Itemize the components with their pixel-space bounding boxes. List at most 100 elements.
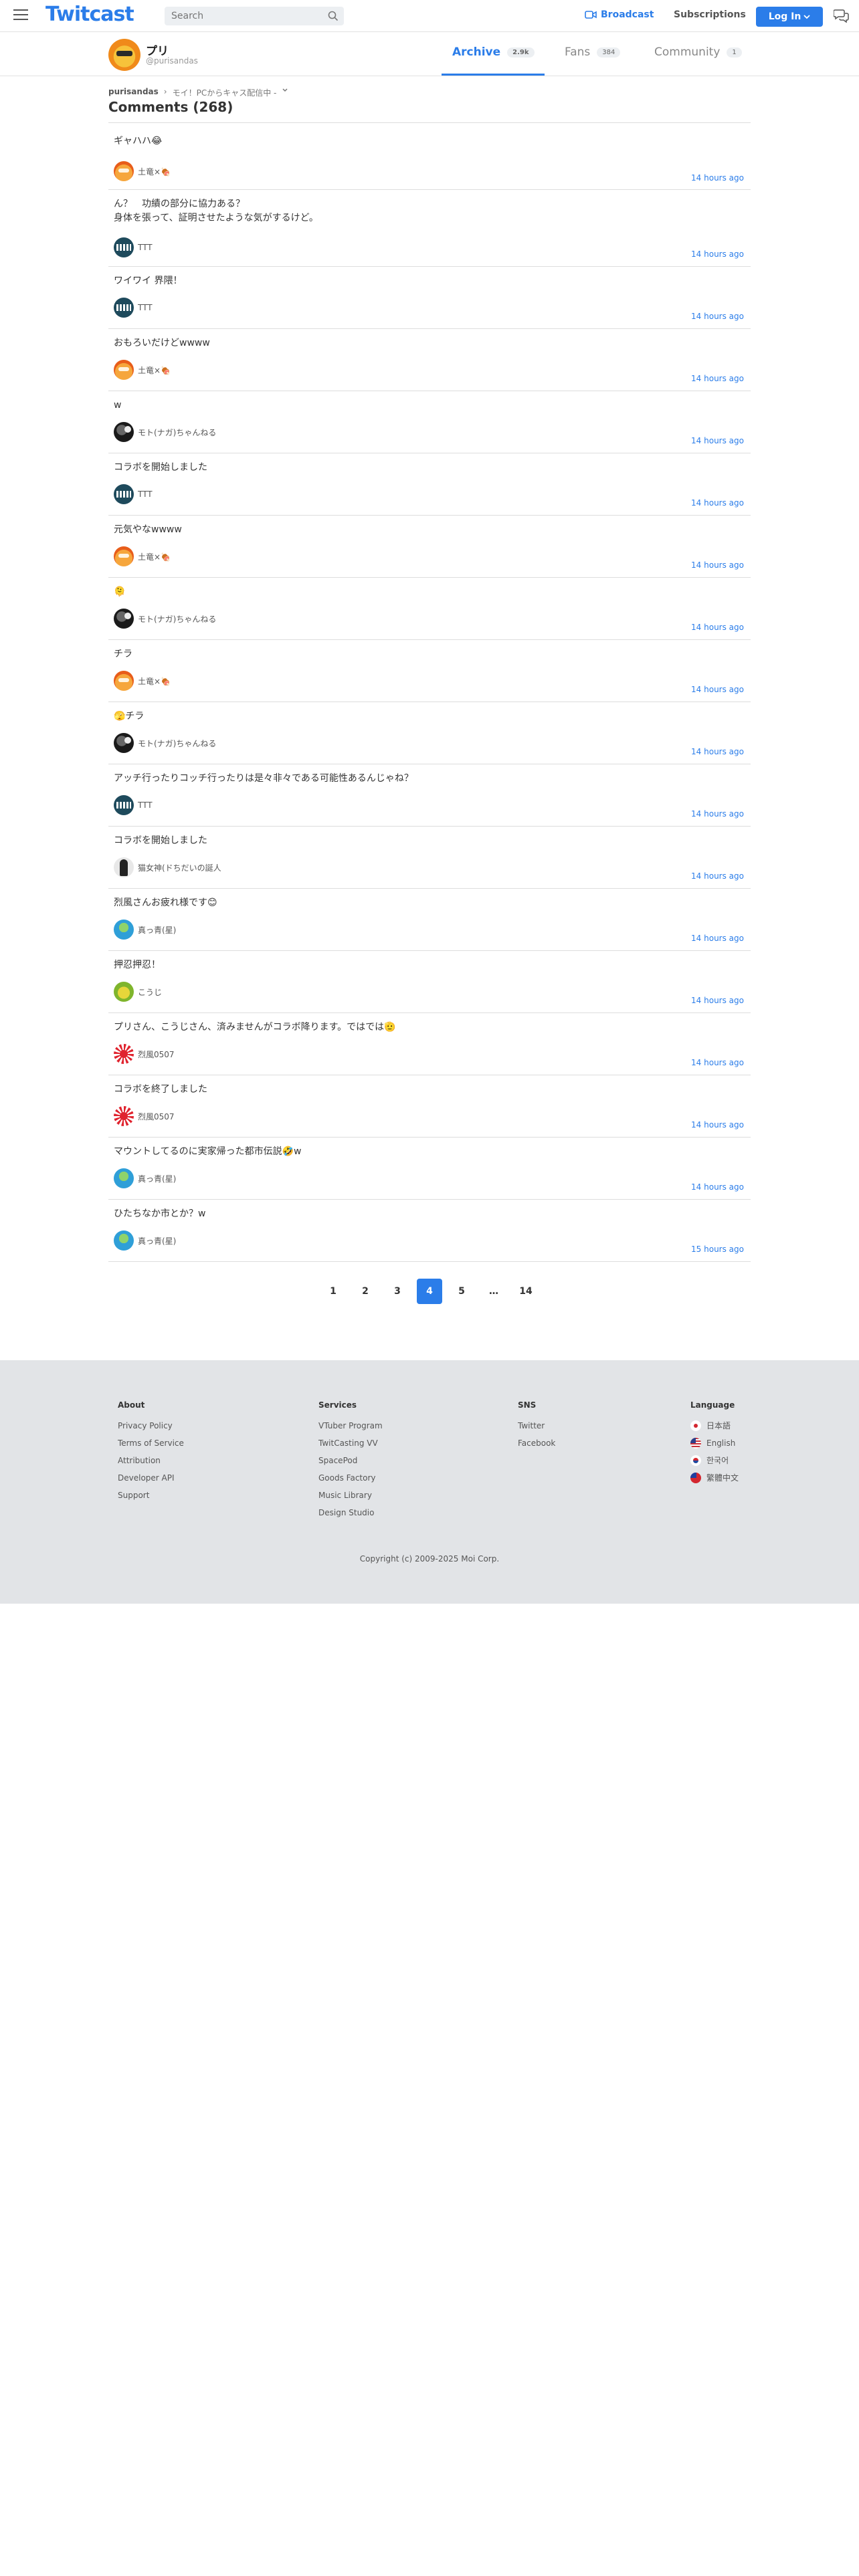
broadcast-link[interactable]: Broadcast [585, 9, 654, 20]
footer-link[interactable]: TwitCasting VV [318, 1438, 383, 1455]
author-name[interactable]: 猫女神(ドちだいの誕人 [138, 862, 221, 873]
footer-link[interactable]: Attribution [118, 1455, 184, 1473]
comment-author[interactable]: TTT [114, 795, 153, 815]
footer-link[interactable]: Support [118, 1490, 184, 1507]
avatar[interactable] [114, 484, 134, 504]
language-option-ja[interactable]: 日本語 [690, 1420, 739, 1438]
avatar[interactable] [114, 671, 134, 691]
avatar[interactable] [114, 1168, 134, 1188]
comment-author[interactable]: モト(ナガ)ちゃんねる [114, 609, 216, 629]
author-name[interactable]: 烈風0507 [138, 1049, 175, 1060]
language-option-zh-tw[interactable]: 繁體中文 [690, 1473, 739, 1490]
login-button[interactable]: Log In [756, 7, 823, 27]
chevron-down-icon [803, 15, 810, 19]
author-name[interactable]: 烈風0507 [138, 1111, 175, 1122]
avatar[interactable] [114, 733, 134, 753]
footer-link[interactable]: Developer API [118, 1473, 184, 1490]
menu-icon[interactable] [13, 9, 28, 21]
page-link[interactable]: 3 [385, 1279, 410, 1304]
author-name[interactable]: こうじ [138, 986, 162, 998]
comment-author[interactable]: TTT [114, 484, 153, 504]
comment-time: 14 hours ago [691, 1182, 744, 1192]
comment-author[interactable]: 土竜×🍖 [114, 546, 171, 566]
avatar[interactable] [114, 857, 134, 877]
avatar[interactable] [114, 161, 134, 181]
avatar[interactable] [114, 1230, 134, 1251]
author-name[interactable]: 真っ青(星) [138, 1235, 176, 1247]
chevron-down-icon[interactable] [282, 87, 288, 94]
chat-bubbles-icon[interactable] [834, 8, 850, 23]
author-name[interactable]: 土竜×🍖 [138, 364, 171, 376]
tab-fans[interactable]: Fans 384 [565, 45, 621, 59]
author-name[interactable]: モト(ナガ)ちゃんねる [138, 738, 216, 749]
avatar[interactable] [114, 298, 134, 318]
avatar[interactable] [114, 920, 134, 940]
profile-avatar[interactable] [108, 39, 140, 71]
page-link[interactable]: 1 [320, 1279, 346, 1304]
search-box[interactable] [165, 7, 344, 25]
tab-community[interactable]: Community 1 [654, 45, 742, 59]
page-ellipsis: … [489, 1286, 498, 1297]
footer-link[interactable]: Privacy Policy [118, 1420, 184, 1438]
comment-author[interactable]: 土竜×🍖 [114, 360, 171, 380]
footer-link[interactable]: Music Library [318, 1490, 383, 1507]
avatar[interactable] [114, 237, 134, 257]
author-name[interactable]: TTT [138, 490, 153, 499]
author-name[interactable]: モト(ナガ)ちゃんねる [138, 427, 216, 438]
avatar[interactable] [114, 982, 134, 1002]
footer-link[interactable]: Facebook [518, 1438, 555, 1455]
author-name[interactable]: TTT [138, 243, 153, 252]
footer-link[interactable]: Terms of Service [118, 1438, 184, 1455]
avatar[interactable] [114, 1044, 134, 1064]
author-name[interactable]: 真っ青(星) [138, 1173, 176, 1184]
author-name[interactable]: モト(ナガ)ちゃんねる [138, 613, 216, 625]
avatar[interactable] [114, 546, 134, 566]
avatar[interactable] [114, 360, 134, 380]
tab-archive[interactable]: Archive 2.9k [452, 45, 535, 59]
comment-author[interactable]: 烈風0507 [114, 1106, 175, 1126]
comment-author[interactable]: 土竜×🍖 [114, 161, 171, 181]
footer-link[interactable]: SpacePod [318, 1455, 383, 1473]
comment-author[interactable]: TTT [114, 237, 153, 257]
author-name[interactable]: 土竜×🍖 [138, 551, 171, 562]
avatar[interactable] [114, 795, 134, 815]
comment-author[interactable]: 烈風0507 [114, 1044, 175, 1064]
author-name[interactable]: 土竜×🍖 [138, 166, 171, 177]
comment-author[interactable]: 真っ青(星) [114, 1230, 176, 1251]
page-link-current[interactable]: 4 [417, 1279, 442, 1304]
footer-link[interactable]: Goods Factory [318, 1473, 383, 1490]
search-input[interactable] [165, 7, 312, 25]
footer-link[interactable]: VTuber Program [318, 1420, 383, 1438]
comment-author[interactable]: TTT [114, 298, 153, 318]
search-icon[interactable] [328, 11, 339, 21]
language-option-ko[interactable]: 한국어 [690, 1455, 739, 1473]
avatar[interactable] [114, 1106, 134, 1126]
author-name[interactable]: 土竜×🍖 [138, 675, 171, 687]
comment-author[interactable]: 真っ青(星) [114, 920, 176, 940]
breadcrumb-movie[interactable]: モイ！PCからキャス配信中 - [173, 87, 277, 98]
breadcrumb: purisandas › モイ！PCからキャス配信中 - [108, 87, 288, 98]
usa-flag-icon [690, 1438, 701, 1448]
avatar[interactable] [114, 609, 134, 629]
language-option-en[interactable]: English [690, 1438, 739, 1455]
comment-author[interactable]: モト(ナガ)ちゃんねる [114, 422, 216, 442]
comment-author[interactable]: こうじ [114, 982, 162, 1002]
site-logo[interactable]: Twitcast [45, 3, 134, 26]
comment-author[interactable]: 真っ青(星) [114, 1168, 176, 1188]
author-name[interactable]: TTT [138, 800, 153, 810]
subscriptions-link[interactable]: Subscriptions [674, 9, 746, 20]
language-label: English [706, 1438, 736, 1448]
comment-author[interactable]: モト(ナガ)ちゃんねる [114, 733, 216, 753]
author-name[interactable]: 真っ青(星) [138, 924, 176, 936]
page-link[interactable]: 2 [353, 1279, 378, 1304]
footer-link[interactable]: Design Studio [318, 1507, 383, 1525]
breadcrumb-user[interactable]: purisandas [108, 87, 159, 98]
author-name[interactable]: TTT [138, 303, 153, 312]
page-link[interactable]: 14 [513, 1279, 539, 1304]
comment-author[interactable]: 土竜×🍖 [114, 671, 171, 691]
page-link[interactable]: 5 [449, 1279, 474, 1304]
avatar[interactable] [114, 422, 134, 442]
footer-link[interactable]: Twitter [518, 1420, 555, 1438]
comment-author[interactable]: 猫女神(ドちだいの誕人 [114, 857, 221, 877]
japan-flag-icon [690, 1420, 701, 1431]
